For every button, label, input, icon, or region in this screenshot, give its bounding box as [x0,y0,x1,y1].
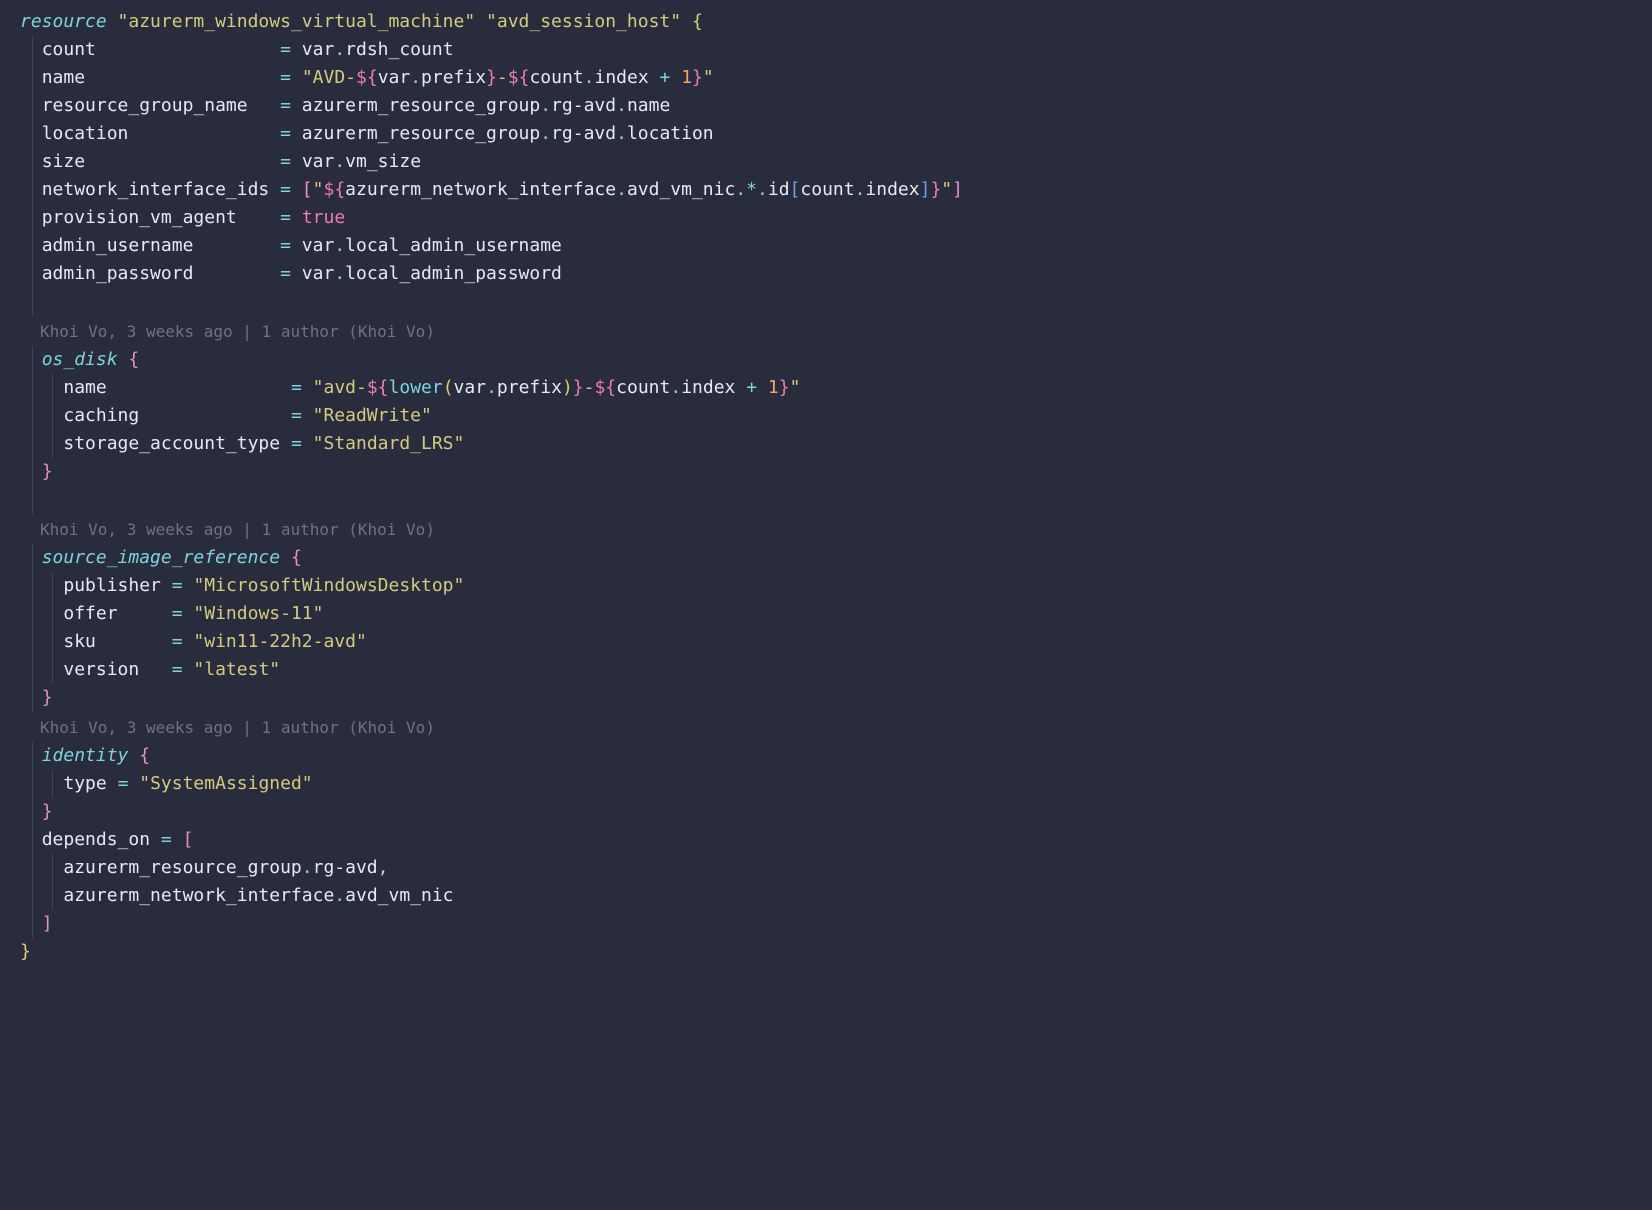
attr-key: depends_on [42,829,150,850]
attr-key: caching [63,405,139,426]
attr-key: publisher [63,575,161,596]
attr-val: "ReadWrite" [313,405,432,426]
code-line[interactable]: source_image_reference { [0,544,1652,572]
code-line [0,288,1652,316]
git-blame-annotation: Khoi Vo, 3 weeks ago | 1 author (Khoi Vo… [0,712,1652,742]
code-line[interactable]: azurerm_resource_group.rg-avd, [0,854,1652,882]
attr-key: offer [63,603,117,624]
code-line[interactable]: offer = "Windows-11" [0,600,1652,628]
block-key: os_disk [42,349,118,370]
code-line[interactable]: } [0,798,1652,826]
resource-type: "azurerm_windows_virtual_machine" [118,11,476,32]
attr-key: count [42,39,96,60]
attr-val: "Standard_LRS" [313,433,465,454]
attr-key: admin_password [42,263,194,284]
attr-val: "MicrosoftWindowsDesktop" [193,575,464,596]
code-line[interactable]: resource "azurerm_windows_virtual_machin… [0,8,1652,36]
block-key: source_image_reference [42,547,280,568]
code-line[interactable]: location = azurerm_resource_group.rg-avd… [0,120,1652,148]
attr-key: name [63,377,106,398]
code-line[interactable]: } [0,938,1652,966]
attr-key: sku [63,631,96,652]
attr-key: location [42,123,129,144]
code-line[interactable]: resource_group_name = azurerm_resource_g… [0,92,1652,120]
code-line[interactable]: provision_vm_agent = true [0,204,1652,232]
attr-key: version [63,659,139,680]
code-line[interactable]: } [0,684,1652,712]
attr-val: "latest" [193,659,280,680]
attr-key: resource_group_name [42,95,248,116]
code-line[interactable]: size = var.vm_size [0,148,1652,176]
code-line[interactable]: admin_password = var.local_admin_passwor… [0,260,1652,288]
attr-val: "win11-22h2-avd" [193,631,366,652]
keyword-resource: resource [20,11,107,32]
resource-label: "avd_session_host" [486,11,681,32]
attr-key: provision_vm_agent [42,207,237,228]
attr-key: network_interface_ids [42,179,270,200]
attr-val: "Windows-11" [193,603,323,624]
attr-val: "SystemAssigned" [139,773,312,794]
git-blame-annotation: Khoi Vo, 3 weeks ago | 1 author (Khoi Vo… [0,316,1652,346]
code-line[interactable]: azurerm_network_interface.avd_vm_nic [0,882,1652,910]
code-line[interactable]: version = "latest" [0,656,1652,684]
attr-key: admin_username [42,235,194,256]
code-line[interactable]: name = "AVD-${var.prefix}-${count.index … [0,64,1652,92]
code-line[interactable]: type = "SystemAssigned" [0,770,1652,798]
code-line[interactable]: depends_on = [ [0,826,1652,854]
code-line[interactable]: count = var.rdsh_count [0,36,1652,64]
attr-val: true [302,207,345,228]
attr-key: name [42,67,85,88]
code-line[interactable]: } [0,458,1652,486]
code-line[interactable]: ] [0,910,1652,938]
code-line[interactable]: name = "avd-${lower(var.prefix)}-${count… [0,374,1652,402]
attr-key: type [63,773,106,794]
code-line[interactable]: storage_account_type = "Standard_LRS" [0,430,1652,458]
attr-key: storage_account_type [63,433,280,454]
block-key: identity [42,745,129,766]
code-line[interactable]: publisher = "MicrosoftWindowsDesktop" [0,572,1652,600]
code-line [0,486,1652,514]
attr-val: var [302,39,335,60]
code-line[interactable]: sku = "win11-22h2-avd" [0,628,1652,656]
code-line[interactable]: caching = "ReadWrite" [0,402,1652,430]
code-line[interactable]: os_disk { [0,346,1652,374]
code-line[interactable]: identity { [0,742,1652,770]
code-line[interactable]: network_interface_ids = ["${azurerm_netw… [0,176,1652,204]
attr-key: size [42,151,85,172]
code-editor[interactable]: resource "azurerm_windows_virtual_machin… [0,8,1652,966]
code-line[interactable]: admin_username = var.local_admin_usernam… [0,232,1652,260]
git-blame-annotation: Khoi Vo, 3 weeks ago | 1 author (Khoi Vo… [0,514,1652,544]
